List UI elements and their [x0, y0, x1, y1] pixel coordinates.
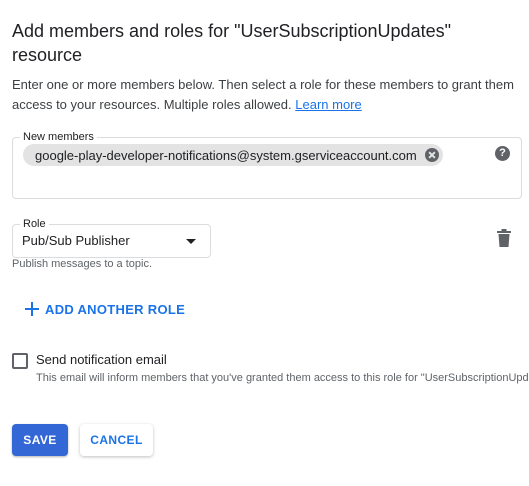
send-notification-checkbox[interactable]	[12, 353, 28, 369]
description-text: Enter one or more members below. Then se…	[12, 77, 514, 112]
help-circle-icon[interactable]: ?	[495, 146, 510, 161]
add-another-role-button[interactable]: ADD ANOTHER ROLE	[25, 299, 185, 319]
send-notification-label[interactable]: Send notification email	[36, 352, 167, 367]
role-description: Publish messages to a topic.	[12, 258, 153, 270]
save-button[interactable]: SAVE	[12, 424, 68, 456]
send-notification-hint: This email will inform members that you'…	[36, 372, 529, 384]
add-another-role-label: ADD ANOTHER ROLE	[45, 301, 186, 317]
learn-more-link[interactable]: Learn more	[295, 97, 361, 112]
dropdown-arrow-icon	[186, 239, 196, 244]
chip-remove-icon[interactable]	[424, 148, 439, 162]
cancel-button[interactable]: CANCEL	[80, 424, 153, 456]
dialog-description: Enter one or more members below. Then se…	[12, 75, 522, 115]
member-chip-label: google-play-developer-notifications@syst…	[35, 147, 417, 163]
role-select[interactable]: Role Pub/Sub Publisher	[12, 217, 211, 258]
role-value: Pub/Sub Publisher	[22, 233, 130, 248]
role-label: Role	[20, 217, 49, 231]
trash-icon[interactable]	[497, 229, 511, 247]
dialog-title: Add members and roles for "UserSubscript…	[12, 21, 451, 65]
new-members-field[interactable]: New members google-play-developer-notifi…	[12, 130, 522, 199]
new-members-label: New members	[20, 130, 97, 144]
plus-icon	[25, 302, 39, 316]
member-chip[interactable]: google-play-developer-notifications@syst…	[23, 144, 443, 166]
